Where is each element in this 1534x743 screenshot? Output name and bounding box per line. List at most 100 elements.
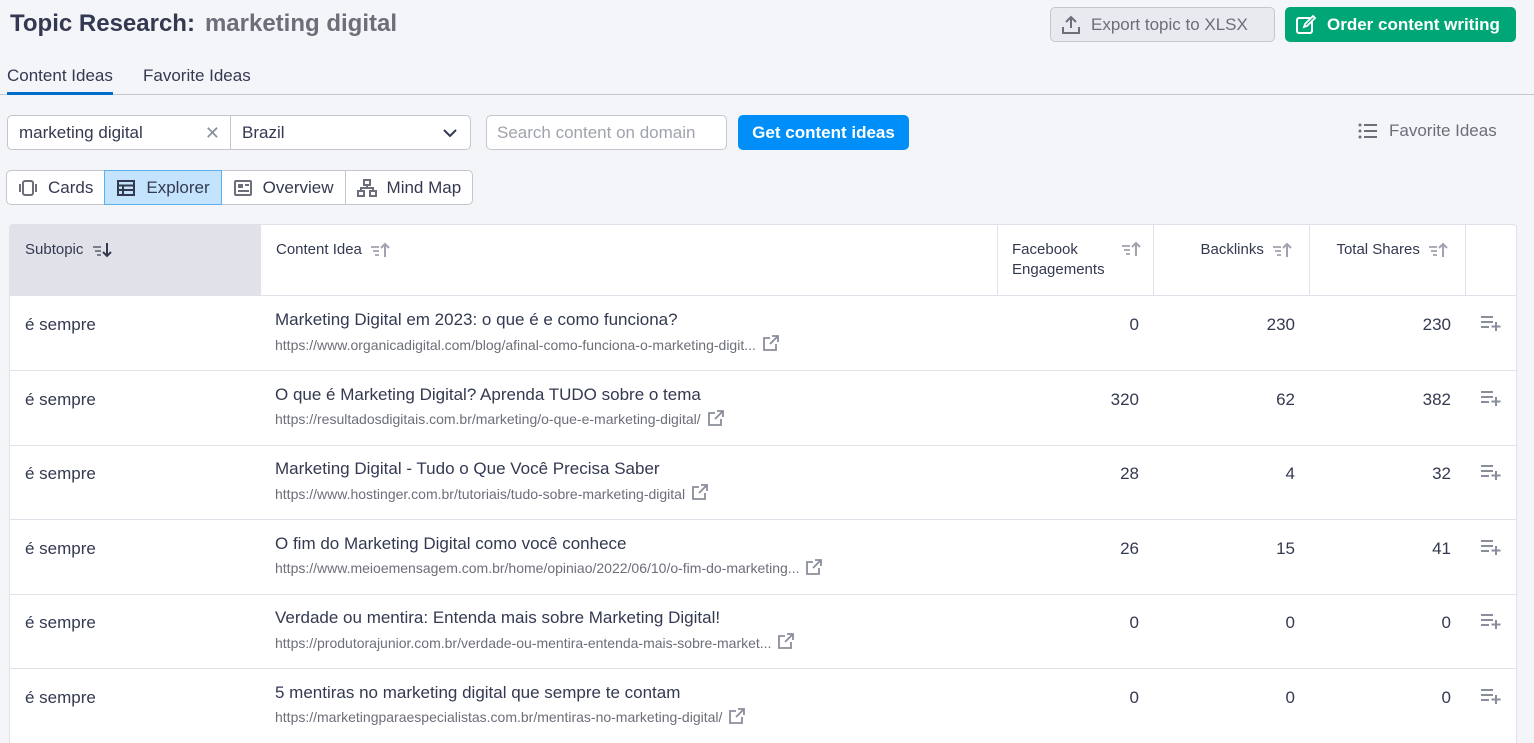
- facebook-engagements-cell: 0: [1129, 687, 1139, 707]
- table-header: Subtopic Content Idea Facebook Engagemen…: [10, 225, 1516, 296]
- mindmap-icon: [356, 178, 377, 197]
- keyword-value: marketing digital: [19, 122, 143, 142]
- add-to-favorites-icon[interactable]: [1480, 612, 1502, 635]
- content-idea-title: O que é Marketing Digital? Aprenda TUDO …: [275, 384, 701, 404]
- favorite-ideas-label: Favorite Ideas: [1389, 121, 1497, 140]
- content-idea-url[interactable]: https://www.organicadigital.com/blog/afi…: [275, 334, 780, 355]
- external-link-icon[interactable]: [728, 707, 746, 728]
- list-icon: [1358, 123, 1377, 139]
- facebook-engagements-cell: 320: [1110, 389, 1139, 409]
- sort-desc-icon[interactable]: [92, 242, 114, 258]
- tab-content-ideas[interactable]: Content Ideas: [7, 66, 113, 95]
- table-icon: [117, 179, 136, 196]
- subtopic-cell: é sempre: [25, 464, 96, 483]
- external-link-icon[interactable]: [805, 558, 823, 579]
- view-explorer[interactable]: Explorer: [104, 170, 222, 205]
- backlinks-cell: 62: [1276, 389, 1295, 409]
- column-total-shares-label: Total Shares: [1336, 241, 1420, 258]
- content-idea-url[interactable]: https://www.meioemensagem.com.br/home/op…: [275, 558, 823, 579]
- sort-icon[interactable]: [1121, 241, 1143, 257]
- table-row: é sempre O que é Marketing Digital? Apren…: [10, 371, 1516, 446]
- subtopic-cell: é sempre: [25, 687, 96, 707]
- sort-icon[interactable]: [1428, 242, 1450, 258]
- view-cards[interactable]: Cards: [6, 170, 106, 205]
- facebook-engagements-cell: 26: [1120, 538, 1139, 558]
- order-content-label: Order content writing: [1327, 14, 1500, 34]
- column-backlinks[interactable]: Backlinks: [1154, 225, 1310, 296]
- column-content-idea[interactable]: Content Idea: [261, 225, 998, 296]
- favorite-ideas-link[interactable]: Favorite Ideas: [1358, 121, 1497, 141]
- table-row: é sempre 5 mentiras no marketing digital …: [10, 669, 1516, 743]
- column-total-shares[interactable]: Total Shares: [1310, 225, 1466, 296]
- subtopic-cell: é sempre: [25, 538, 96, 558]
- backlinks-cell: 4: [1285, 464, 1295, 483]
- url-text: https://www.organicadigital.com/blog/afi…: [275, 336, 756, 353]
- domain-search-input[interactable]: [486, 115, 727, 150]
- external-link-icon[interactable]: [691, 483, 709, 504]
- external-link-icon[interactable]: [707, 409, 725, 430]
- url-text: https://www.hostinger.com.br/tutoriais/t…: [275, 485, 686, 502]
- add-to-favorites-icon[interactable]: [1480, 389, 1502, 412]
- column-facebook-engagements[interactable]: Facebook Engagements: [997, 225, 1154, 296]
- view-explorer-label: Explorer: [146, 177, 210, 197]
- url-text: https://marketingparaespecialistas.com.b…: [275, 709, 723, 725]
- view-overview-label: Overview: [262, 177, 334, 197]
- add-to-favorites-icon[interactable]: [1480, 687, 1502, 710]
- backlinks-cell: 15: [1276, 538, 1295, 558]
- external-link-icon[interactable]: [762, 334, 780, 355]
- content-idea-title: O fim do Marketing Digital como você con…: [275, 533, 627, 553]
- column-subtopic-label: Subtopic: [25, 241, 84, 258]
- order-content-button[interactable]: Order content writing: [1285, 7, 1516, 42]
- page-title-keyword: marketing digital: [204, 10, 397, 37]
- cards-icon: [19, 179, 37, 196]
- add-to-favorites-icon[interactable]: [1480, 463, 1502, 486]
- page-title: Topic Research:: [10, 10, 195, 37]
- content-idea-url[interactable]: https://www.hostinger.com.br/tutoriais/t…: [275, 483, 709, 504]
- export-xlsx-button[interactable]: Export topic to XLSX: [1050, 7, 1275, 42]
- total-shares-cell: 41: [1432, 538, 1451, 558]
- content-idea-title: 5 mentiras no marketing digital que semp…: [275, 682, 681, 702]
- content-idea-title: Marketing Digital em 2023: o que é e com…: [275, 310, 678, 329]
- view-cards-label: Cards: [48, 177, 94, 197]
- column-backlinks-label: Backlinks: [1200, 241, 1264, 258]
- view-mind-map[interactable]: Mind Map: [344, 170, 474, 205]
- content-idea-title: Verdade ou mentira: Entenda mais sobre M…: [275, 608, 721, 627]
- tab-favorite-ideas[interactable]: Favorite Ideas: [143, 66, 251, 95]
- country-select[interactable]: Brazil: [230, 115, 471, 150]
- chevron-down-icon: [443, 129, 457, 138]
- subtopic-cell: é sempre: [25, 315, 96, 334]
- column-subtopic[interactable]: Subtopic: [10, 225, 261, 296]
- export-xlsx-label: Export topic to XLSX: [1091, 14, 1248, 34]
- facebook-engagements-cell: 0: [1129, 613, 1139, 632]
- backlinks-cell: 0: [1285, 613, 1295, 632]
- total-shares-cell: 230: [1422, 315, 1451, 334]
- content-idea-url[interactable]: https://produtorajunior.com.br/verdade-o…: [275, 632, 795, 653]
- keyword-input[interactable]: marketing digital ✕: [7, 115, 231, 150]
- content-idea-url[interactable]: https://resultadosdigitais.com.br/market…: [275, 409, 725, 430]
- total-shares-cell: 0: [1441, 613, 1451, 632]
- facebook-engagements-cell: 28: [1120, 464, 1139, 483]
- backlinks-cell: 230: [1266, 315, 1295, 334]
- subtopic-cell: é sempre: [25, 613, 96, 632]
- page-header: Topic Research: marketing digital: [10, 10, 397, 40]
- url-text: https://www.meioemensagem.com.br/home/op…: [275, 560, 800, 576]
- total-shares-cell: 32: [1432, 464, 1451, 483]
- sort-icon[interactable]: [1272, 242, 1294, 258]
- overview-icon: [233, 179, 252, 196]
- clear-icon[interactable]: ✕: [205, 123, 220, 144]
- table-row: é sempre O fim do Marketing Digital como …: [10, 520, 1516, 595]
- edit-icon: [1296, 14, 1317, 34]
- country-value: Brazil: [242, 122, 285, 142]
- main-tabs: Content Ideas Favorite Ideas: [0, 60, 1534, 95]
- view-overview[interactable]: Overview: [220, 170, 346, 205]
- view-switcher: Cards Explorer Overview Mind Map: [6, 170, 474, 205]
- external-link-icon[interactable]: [777, 632, 795, 653]
- get-content-ideas-button[interactable]: Get content ideas: [738, 115, 909, 150]
- sort-icon[interactable]: [370, 242, 392, 258]
- table-row: é sempre Marketing Digital - Tudo o Que V…: [10, 445, 1516, 520]
- add-to-favorites-icon[interactable]: [1480, 314, 1502, 337]
- content-idea-url[interactable]: https://marketingparaespecialistas.com.b…: [275, 707, 746, 728]
- table-row: é sempre Marketing Digital em 2023: o que…: [10, 296, 1516, 371]
- total-shares-cell: 0: [1441, 687, 1451, 707]
- add-to-favorites-icon[interactable]: [1480, 538, 1502, 561]
